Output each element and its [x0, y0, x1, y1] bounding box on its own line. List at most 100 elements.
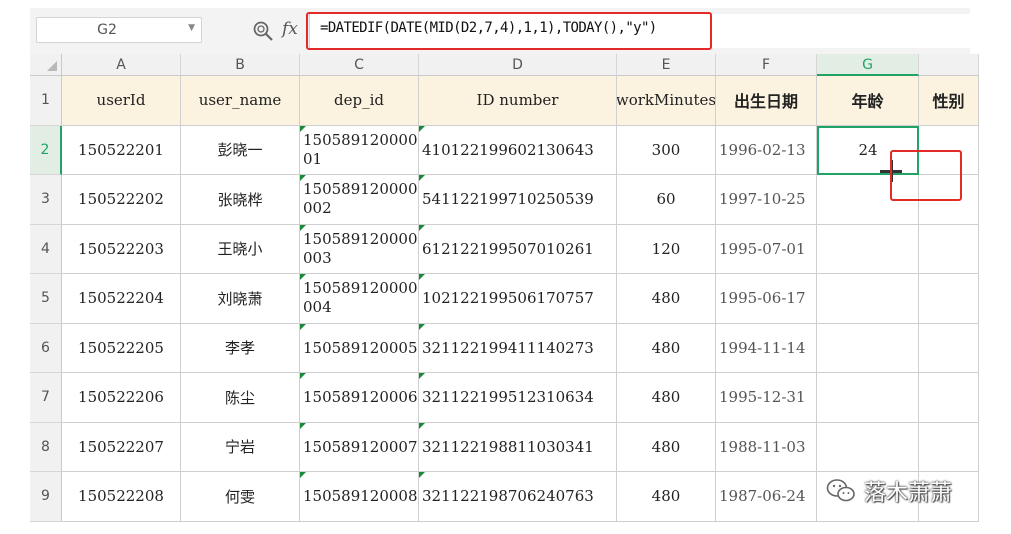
cell-d5[interactable]: 102122199506170757 [419, 274, 617, 324]
cell-g2[interactable]: 24 [817, 125, 919, 175]
cell-a8[interactable]: 150522207 [62, 422, 181, 472]
header-cell-f[interactable]: 出生日期 [716, 76, 817, 126]
cell-h6[interactable] [919, 323, 979, 373]
cell-e9[interactable]: 480 [617, 472, 716, 522]
row-header-7[interactable]: 7 [30, 373, 62, 423]
cell-e4[interactable]: 120 [617, 224, 716, 274]
cell-c8[interactable]: 150589120007 [300, 422, 419, 472]
cell-e7[interactable]: 480 [617, 373, 716, 423]
column-header-d[interactable]: D [419, 54, 617, 76]
cell-b8[interactable]: 宁岩 [181, 422, 300, 472]
header-cell-g[interactable]: 年龄 [817, 76, 919, 126]
header-cell-c[interactable]: dep_id [300, 76, 419, 126]
cell-b3[interactable]: 张晓桦 [181, 175, 300, 225]
formula-bar: G2 ▼ fx =DATEDIF(DATE(MID(D2,7,4),1,1),T… [30, 8, 970, 54]
zoom-icon[interactable] [252, 20, 274, 42]
cell-g8[interactable] [817, 422, 919, 472]
cell-f5[interactable]: 1995-06-17 [716, 274, 817, 324]
cell-a9[interactable]: 150522208 [62, 472, 181, 522]
cell-d7[interactable]: 321122199512310634 [419, 373, 617, 423]
spreadsheet-grid[interactable]: A B C D E F G 1 2 3 4 5 6 7 8 9 userId user_name dep_id ID … [30, 54, 979, 522]
cell-g6[interactable] [817, 323, 919, 373]
cell-d6[interactable]: 321122199411140273 [419, 323, 617, 373]
row-header-2[interactable]: 2 [30, 125, 62, 175]
watermark-text: 落木萧萧 [864, 481, 953, 506]
cell-c6[interactable]: 150589120005 [300, 323, 419, 373]
cell-b5[interactable]: 刘晓萧 [181, 274, 300, 324]
column-header-f[interactable]: F [716, 54, 817, 76]
cell-a4[interactable]: 150522203 [62, 224, 181, 274]
cell-b7[interactable]: 陈尘 [181, 373, 300, 423]
cell-b6[interactable]: 李孝 [181, 323, 300, 373]
cell-g5[interactable] [817, 274, 919, 324]
header-cell-a[interactable]: userId [62, 76, 181, 126]
cell-h4[interactable] [919, 224, 979, 274]
column-header-h[interactable] [919, 54, 979, 76]
watermark: 落木萧萧 [826, 474, 952, 508]
row-header-5[interactable]: 5 [30, 274, 62, 324]
row-header-4[interactable]: 4 [30, 224, 62, 274]
header-cell-b[interactable]: user_name [181, 76, 300, 126]
column-header-b[interactable]: B [181, 54, 300, 76]
cell-f6[interactable]: 1994-11-14 [716, 323, 817, 373]
wechat-icon [826, 479, 855, 502]
fill-handle-cursor-icon [880, 160, 902, 182]
cell-b2[interactable]: 彭晓一 [181, 125, 300, 175]
row-header-3[interactable]: 3 [30, 175, 62, 225]
cell-d3[interactable]: 541122199710250539 [419, 175, 617, 225]
header-cell-e[interactable]: workMinutes [617, 76, 716, 126]
cell-c9[interactable]: 150589120008 [300, 472, 419, 522]
cell-b9[interactable]: 何雯 [181, 472, 300, 522]
cell-c7[interactable]: 150589120006 [300, 373, 419, 423]
cell-g4[interactable] [817, 224, 919, 274]
cell-d9[interactable]: 321122198706240763 [419, 472, 617, 522]
header-cell-d[interactable]: ID number [419, 76, 617, 126]
cell-b4[interactable]: 王晓小 [181, 224, 300, 274]
cell-g3[interactable] [817, 175, 919, 225]
cell-f2[interactable]: 1996-02-13 [716, 125, 817, 175]
column-header-a[interactable]: A [62, 54, 181, 76]
cell-a3[interactable]: 150522202 [62, 175, 181, 225]
formula-text[interactable]: =DATEDIF(DATE(MID(D2,7,4),1,1),TODAY(),"… [320, 20, 657, 36]
cell-d4[interactable]: 612122199507010261 [419, 224, 617, 274]
chevron-down-icon[interactable]: ▼ [188, 23, 195, 33]
cell-c4[interactable]: 150589120000003 [300, 224, 419, 274]
select-all-corner[interactable] [30, 54, 62, 76]
cell-a7[interactable]: 150522206 [62, 373, 181, 423]
row-header-8[interactable]: 8 [30, 422, 62, 472]
cell-f9[interactable]: 1987-06-24 [716, 472, 817, 522]
cell-h3[interactable] [919, 175, 979, 225]
cell-d8[interactable]: 321122198811030341 [419, 422, 617, 472]
cell-e6[interactable]: 480 [617, 323, 716, 373]
column-header-e[interactable]: E [617, 54, 716, 76]
fx-icon[interactable]: fx [282, 19, 298, 39]
column-header-c[interactable]: C [300, 54, 419, 76]
row-header-6[interactable]: 6 [30, 323, 62, 373]
cell-a5[interactable]: 150522204 [62, 274, 181, 324]
cell-h7[interactable] [919, 373, 979, 423]
name-box-value: G2 [97, 22, 117, 38]
row-header-9[interactable]: 9 [30, 472, 62, 522]
cell-c5[interactable]: 150589120000004 [300, 274, 419, 324]
cell-f3[interactable]: 1997-10-25 [716, 175, 817, 225]
name-box[interactable]: G2 ▼ [36, 17, 202, 43]
cell-f8[interactable]: 1988-11-03 [716, 422, 817, 472]
column-header-g[interactable]: G [817, 54, 919, 76]
cell-f4[interactable]: 1995-07-01 [716, 224, 817, 274]
cell-c3[interactable]: 150589120000002 [300, 175, 419, 225]
cell-e5[interactable]: 480 [617, 274, 716, 324]
cell-h8[interactable] [919, 422, 979, 472]
cell-a6[interactable]: 150522205 [62, 323, 181, 373]
cell-g7[interactable] [817, 373, 919, 423]
cell-a2[interactable]: 150522201 [62, 125, 181, 175]
cell-f7[interactable]: 1995-12-31 [716, 373, 817, 423]
cell-e3[interactable]: 60 [617, 175, 716, 225]
cell-d2[interactable]: 410122199602130643 [419, 125, 617, 175]
cell-e2[interactable]: 300 [617, 125, 716, 175]
cell-c2[interactable]: 15058912000001 [300, 125, 419, 175]
header-cell-h[interactable]: 性别 [919, 76, 979, 126]
cell-e8[interactable]: 480 [617, 422, 716, 472]
cell-h5[interactable] [919, 274, 979, 324]
cell-h2[interactable] [919, 125, 979, 175]
row-header-1[interactable]: 1 [30, 76, 62, 126]
